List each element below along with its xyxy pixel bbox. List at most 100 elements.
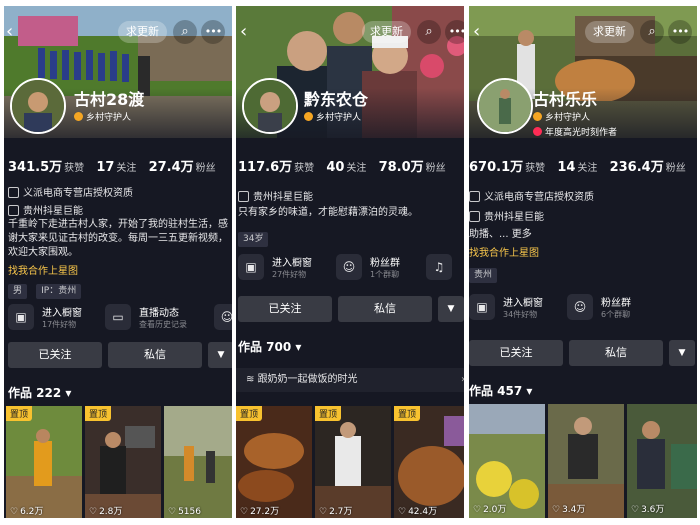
feature-title: 进入橱窗 [272,258,312,269]
profile-stats: 341.5万 获赞 17 关注 27.4万 粉丝 [8,156,232,175]
request-update-button[interactable]: 求更新 [362,21,411,43]
profile-panel-qiandong-nongcang: ‹ 求更新 ⌕ ••• 黔东农仓 乡村守护人 117.6万 获赞 40 关注 78.… [236,6,464,518]
verified-badge-icon [304,112,313,121]
video-thumbnail[interactable]: 2.0万 [469,404,545,518]
video-thumbnail[interactable]: 3.4万 [548,404,624,518]
message-button[interactable]: 私信 [569,340,663,366]
profile-bio[interactable]: 助播、... 更多 [469,228,694,242]
message-button[interactable]: 私信 [108,342,202,368]
fan-group-entry[interactable]: ☺ [214,302,232,336]
video-grid: 置顶 27.2万 置顶 2.7万 置顶 42.4万 [236,406,464,518]
request-update-button[interactable]: 求更新 [118,21,167,43]
feature-subtitle: 34件好物 [503,310,538,319]
shop-window-entry[interactable]: ▣ 进入橱窗 17件好物 [8,302,98,336]
video-thumbnail[interactable]: 置顶 2.7万 [315,406,391,518]
followed-button[interactable]: 已关注 [8,342,102,368]
avatar[interactable] [242,78,298,134]
followed-button[interactable]: 已关注 [469,340,563,366]
video-likes: 2.8万 [89,504,122,517]
agency-icon [238,191,249,202]
avatar[interactable] [477,78,533,134]
feature-title: 粉丝群 [370,258,400,269]
followers-count[interactable]: 78.0万 粉丝 [379,160,446,175]
video-thumbnail[interactable]: 置顶 6.2万 [6,406,82,518]
video-likes: 5156 [168,507,201,517]
search-icon[interactable]: ⌕ [173,20,197,44]
agency-line[interactable]: 贵州抖星巨能 [469,208,544,223]
verified-badge-icon [74,112,83,121]
fan-group-icon: ☺ [336,254,362,280]
video-likes: 3.4万 [552,502,585,515]
recommend-dropdown-button[interactable]: ▼ [438,296,464,322]
likes-count[interactable]: 341.5万 获赞 [8,160,84,175]
feature-subtitle: 17件好物 [42,320,77,329]
feature-title: 进入橱窗 [503,298,543,309]
feature-subtitle: 1个群聊 [370,270,400,279]
agency-icon [8,205,19,216]
recommend-dropdown-button[interactable]: ▼ [669,340,695,366]
music-entry[interactable]: ♫ [426,252,464,286]
video-thumbnail[interactable]: 置顶 2.8万 [85,406,161,518]
video-thumbnail[interactable]: 5156 [164,406,232,518]
age-tag: 34岁 [238,232,269,247]
video-thumbnail[interactable]: 置顶 27.2万 [236,406,312,518]
video-likes: 3.6万 [631,502,664,515]
likes-count[interactable]: 670.1万 获赞 [469,160,545,175]
video-thumbnail[interactable]: 置顶 42.4万 [394,406,464,518]
works-tab[interactable]: 作品 700 ▾ [238,338,301,355]
music-note-icon: ♫ [426,254,452,280]
profile-stats: 670.1万 获赞 14 关注 236.4万 粉丝 [469,156,697,175]
search-icon[interactable]: ⌕ [417,20,441,44]
following-count[interactable]: 17 关注 [96,160,136,175]
request-update-button[interactable]: 求更新 [585,21,634,43]
chevron-left-icon[interactable]: ‹ [473,21,480,42]
likes-count[interactable]: 117.6万 获赞 [238,160,314,175]
qualification-line[interactable]: 义派电商专营店授权资质 [8,184,133,199]
stack-icon: ≋ [246,374,258,385]
agency-line[interactable]: 贵州抖星巨能 [238,188,313,203]
message-button[interactable]: 私信 [338,296,432,322]
shopping-bag-icon: ▣ [238,254,264,280]
more-dots-icon[interactable]: ••• [668,20,692,44]
chevron-left-icon[interactable]: ‹ [6,21,13,42]
chevron-right-icon: › [461,368,464,392]
collection-entry[interactable]: ≋ 跟奶奶一起做饭的时光 › [236,368,464,392]
live-activity-entry[interactable]: ▭ 直播动态 查看历史记录 [105,302,195,336]
more-dots-icon[interactable]: ••• [201,20,225,44]
fan-group-icon: ☺ [214,304,232,330]
search-icon[interactable]: ⌕ [640,20,664,44]
fan-group-entry[interactable]: ☺ 粉丝群 6个群聊 [567,292,657,326]
followed-button[interactable]: 已关注 [238,296,332,322]
following-count[interactable]: 40 关注 [326,160,366,175]
more-dots-icon[interactable]: ••• [445,20,464,44]
chevron-left-icon[interactable]: ‹ [240,21,247,42]
avatar[interactable] [10,78,66,134]
video-thumbnail[interactable]: 3.6万 [627,404,697,518]
certificate-icon [469,191,480,202]
agency-line[interactable]: 贵州抖星巨能 [8,202,83,217]
profile-panel-gucun28du: ‹ 求更新 ⌕ ••• 古村28渡 乡村守护人 341.5万 获赞 17 关注 27… [4,6,232,518]
fan-group-entry[interactable]: ☺ 粉丝群 1个群聊 [336,252,426,286]
cooperation-link[interactable]: 找我合作上星图 [8,262,78,277]
ip-location-tag: IP：贵州 [36,284,82,299]
followers-count[interactable]: 27.4万 粉丝 [149,160,216,175]
top-bar: ‹ 求更新 ⌕ ••• [4,18,232,44]
works-tab[interactable]: 作品 457 ▾ [469,382,532,399]
shop-window-entry[interactable]: ▣ 进入橱窗 27件好物 [238,252,328,286]
feature-title: 粉丝群 [601,298,631,309]
followers-count[interactable]: 236.4万 粉丝 [610,160,686,175]
shopping-bag-icon: ▣ [469,294,495,320]
profile-stats: 117.6万 获赞 40 关注 78.0万 粉丝 [238,156,464,175]
video-grid: 2.0万 3.4万 3.6万 [469,404,697,518]
following-count[interactable]: 14 关注 [557,160,597,175]
shop-window-entry[interactable]: ▣ 进入橱窗 34件好物 [469,292,559,326]
qualification-line[interactable]: 义派电商专营店授权资质 [469,188,594,203]
video-likes: 2.0万 [473,502,506,515]
works-tab[interactable]: 作品 222 ▾ [8,384,71,401]
tv-icon: ▭ [105,304,131,330]
cooperation-link[interactable]: 找我合作上星图 [469,244,539,259]
verified-badge-icon [533,112,542,121]
recommend-dropdown-button[interactable]: ▼ [208,342,232,368]
pinned-tag: 置顶 [315,406,342,421]
action-buttons: 已关注 私信 ▼ [238,296,464,322]
